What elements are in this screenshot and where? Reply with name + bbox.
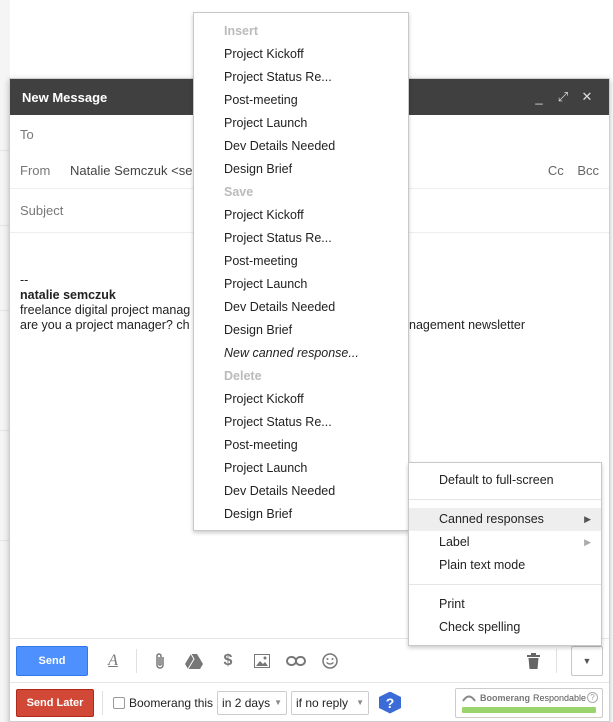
drive-icon[interactable] <box>177 646 211 676</box>
respondable-brand: Boomerang <box>480 692 531 703</box>
signature-line-2-end: nagement newsletter <box>409 318 526 332</box>
canned-responses-label: Canned responses <box>439 512 544 526</box>
submenu-arrow-icon: ▶ <box>584 537 591 547</box>
save-item[interactable]: Project Kickoff <box>194 204 408 227</box>
respondable-meter <box>462 706 596 713</box>
formatting-icon[interactable]: A <box>96 646 130 676</box>
boomerang-logo-icon <box>462 695 476 702</box>
minimize-icon[interactable]: _ <box>527 90 551 105</box>
insert-item[interactable]: Project Status Re... <box>194 66 408 89</box>
emoji-icon[interactable] <box>313 646 347 676</box>
more-options-menu: Default to full-screen Canned responses … <box>408 462 602 646</box>
condition-value: if no reply <box>296 695 349 710</box>
save-item[interactable]: Post-meeting <box>194 250 408 273</box>
photo-icon[interactable] <box>245 646 279 676</box>
boomerang-when-select[interactable]: in 2 days ▼ <box>217 690 287 715</box>
toolbar-divider <box>556 648 557 673</box>
delete-item[interactable]: Project Status Re... <box>194 411 408 434</box>
boomerang-help-icon[interactable]: ? <box>379 691 401 714</box>
respondable-label: Respondable <box>533 692 587 703</box>
trash-icon[interactable] <box>516 646 550 676</box>
more-options-button[interactable]: ▼ <box>571 645 603 676</box>
save-item[interactable]: Project Status Re... <box>194 227 408 250</box>
boomerang-divider <box>102 690 103 715</box>
from-label: From <box>20 163 51 178</box>
save-item[interactable]: Dev Details Needed <box>194 296 408 319</box>
chevron-down-icon: ▼ <box>356 698 364 707</box>
subject-placeholder: Subject <box>20 203 64 218</box>
save-item[interactable]: Project Launch <box>194 273 408 296</box>
boomerang-this-label: Boomerang this <box>129 695 214 710</box>
delete-header: Delete <box>224 369 262 383</box>
canned-responses-menu: Insert Project Kickoff Project Status Re… <box>193 12 409 531</box>
link-icon[interactable] <box>279 646 313 676</box>
delete-item[interactable]: Project Launch <box>194 457 408 480</box>
insert-item[interactable]: Project Launch <box>194 112 408 135</box>
delete-item[interactable]: Project Kickoff <box>194 388 408 411</box>
chevron-down-icon: ▼ <box>274 698 282 707</box>
to-label: To <box>20 126 34 142</box>
new-canned-response-item[interactable]: New canned response... <box>194 342 408 365</box>
delete-item[interactable]: Design Brief <box>194 503 408 526</box>
attach-icon[interactable] <box>143 646 177 676</box>
boomerang-checkbox[interactable] <box>113 696 125 709</box>
respondable-help-icon[interactable]: ? <box>587 691 598 703</box>
menu-item-print[interactable]: Print <box>409 593 601 616</box>
delete-item[interactable]: Post-meeting <box>194 434 408 457</box>
insert-item[interactable]: Dev Details Needed <box>194 135 408 158</box>
close-icon[interactable]: ✕ <box>575 89 599 105</box>
boomerang-bar: Send Later Boomerang this in 2 days ▼ if… <box>10 682 609 722</box>
menu-item-canned-responses[interactable]: Canned responses ▶ <box>409 508 601 531</box>
menu-item-plain-text[interactable]: Plain text mode <box>409 554 601 577</box>
delete-item[interactable]: Dev Details Needed <box>194 480 408 503</box>
bcc-link[interactable]: Bcc <box>577 163 599 178</box>
save-header: Save <box>224 185 254 199</box>
signature-line-2-start: are you a project manager? ch <box>20 318 190 332</box>
cc-link[interactable]: Cc <box>548 163 564 178</box>
send-later-button[interactable]: Send Later <box>16 688 94 717</box>
submenu-arrow-icon: ▶ <box>584 514 591 524</box>
respondable-panel[interactable]: Boomerang Respondable ? <box>455 687 603 718</box>
toolbar-divider <box>136 648 137 673</box>
menu-item-label[interactable]: Label ▶ <box>409 531 601 554</box>
insert-item[interactable]: Design Brief <box>194 158 408 181</box>
label-label: Label <box>439 535 470 549</box>
menu-item-default-fullscreen[interactable]: Default to full-screen <box>409 469 601 492</box>
insert-item[interactable]: Post-meeting <box>194 89 408 112</box>
menu-item-check-spelling[interactable]: Check spelling <box>409 616 601 639</box>
insert-header: Insert <box>224 24 259 38</box>
boomerang-condition-select[interactable]: if no reply ▼ <box>291 690 369 715</box>
expand-icon[interactable]: ⤢ <box>551 89 575 105</box>
send-button[interactable]: Send <box>16 645 88 676</box>
insert-item[interactable]: Project Kickoff <box>194 43 408 66</box>
menu-divider <box>409 499 601 500</box>
menu-divider <box>409 584 601 585</box>
save-item[interactable]: Design Brief <box>194 319 408 342</box>
money-icon[interactable]: $ <box>211 646 245 676</box>
when-value: in 2 days <box>222 695 271 710</box>
